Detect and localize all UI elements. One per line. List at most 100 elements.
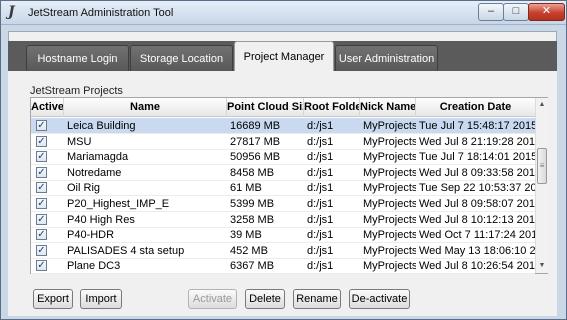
cell-root: d:/js1 (307, 135, 334, 148)
window-title: JetStream Administration Tool (28, 7, 174, 19)
cell-date: Tue Sep 22 10:53:37 2015 (419, 182, 535, 195)
deactivate-button[interactable]: De-activate (349, 289, 410, 309)
cell-root: d:/js1 (307, 166, 334, 179)
cell-nick: MyProjects (363, 120, 416, 132)
vertical-scrollbar[interactable]: ▲ ≡ ▼ (535, 98, 548, 273)
cell-nick: MyProjects (363, 213, 416, 226)
delete-button[interactable]: Delete (245, 289, 285, 309)
cell-name: Mariamagda (67, 151, 129, 164)
cell-nick: MyProjects (363, 198, 416, 210)
cell-date: Wed May 13 18:06:10 2015 (419, 244, 535, 257)
cell-date: Wed Jul 8 10:12:13 2015 (419, 213, 535, 226)
table-row[interactable]: ✓ P20_Highest_IMP_E 5399 MB d:/js1 MyProject… (31, 196, 535, 212)
projects-group-label: JetStream Projects (30, 85, 123, 97)
maximize-button[interactable]: □ (503, 3, 529, 21)
column-header-creation-date[interactable]: Creation Date (416, 98, 535, 117)
cell-nick: MyProjects (363, 135, 416, 148)
cell-size: 452 MB (230, 244, 268, 257)
cell-size: 50956 MB (230, 151, 281, 164)
cell-nick: MyProjects (363, 229, 416, 242)
cell-nick: MyProjects (363, 244, 416, 257)
cell-size: 27817 MB (230, 135, 281, 148)
column-header-active[interactable]: Active (31, 98, 64, 117)
column-header-size[interactable]: Point Cloud Size (227, 98, 304, 117)
tab-hostname-login[interactable]: Hostname Login (26, 45, 129, 71)
cell-name: PALISADES 4 sta setup (67, 244, 185, 257)
cell-date: Tue Jul 7 15:48:17 2015 (419, 120, 535, 132)
cell-name: Plane DC3 (67, 260, 121, 273)
cell-size: 61 MB (230, 182, 262, 195)
cell-name: P40 High Res (67, 213, 135, 226)
cell-date: Wed Jul 8 21:19:28 2015 (419, 135, 535, 148)
rename-button[interactable]: Rename (293, 289, 341, 309)
tab-project-manager[interactable]: Project Manager (234, 41, 334, 72)
projects-table: Active Name Point Cloud Size Root Folder… (30, 97, 548, 275)
cell-name: Oil Rig (67, 182, 101, 195)
cell-date: Tue Jul 7 18:14:01 2015 (419, 151, 535, 164)
close-button[interactable]: ✕ (528, 3, 565, 21)
tab-user-administration[interactable]: User Administration (335, 45, 438, 71)
cell-nick: MyProjects (363, 260, 416, 273)
cell-name: MSU (67, 135, 92, 148)
scroll-down-icon[interactable]: ▼ (536, 259, 548, 273)
minimize-button[interactable]: – (478, 3, 504, 21)
export-button[interactable]: Export (33, 289, 73, 309)
import-button[interactable]: Import (80, 289, 122, 309)
cell-name: P40-HDR (67, 229, 115, 242)
cell-nick: MyProjects (363, 151, 416, 164)
table-row[interactable]: ✓ Mariamagda 50956 MB d:/js1 MyProjects Tue J… (31, 149, 535, 166)
cell-size: 8458 MB (230, 166, 275, 179)
active-checkbox[interactable]: ✓ (36, 260, 47, 272)
column-header-nick-name[interactable]: Nick Name (360, 98, 416, 117)
cell-date: Wed Jul 8 10:26:54 2015 (419, 260, 535, 273)
column-header-root-folder[interactable]: Root Folder (304, 98, 360, 117)
scroll-up-icon[interactable]: ▲ (536, 98, 548, 112)
column-header-name[interactable]: Name (64, 98, 227, 117)
active-checkbox[interactable]: ✓ (36, 120, 47, 131)
activate-button[interactable]: Activate (188, 289, 237, 309)
cell-size: 3258 MB (230, 213, 275, 226)
cell-date: Wed Oct 7 11:17:24 2015 (419, 229, 535, 242)
active-checkbox[interactable]: ✓ (36, 182, 47, 194)
table-row[interactable]: ✓ MSU 27817 MB d:/js1 MyProjects Wed Jul 8 21… (31, 134, 535, 150)
cell-size: 6367 MB (230, 260, 275, 273)
cell-root: d:/js1 (307, 182, 334, 195)
cell-root: d:/js1 (307, 260, 334, 273)
table-row[interactable]: ✓ Plane DC3 6367 MB d:/js1 MyProjects Wed Jul… (31, 258, 535, 275)
cell-date: Wed Jul 8 09:33:58 2015 (419, 166, 535, 179)
cell-date: Wed Jul 8 09:58:07 2015 (419, 198, 535, 210)
cell-root: d:/js1 (307, 229, 334, 242)
table-row[interactable]: ✓ P40-HDR 39 MB d:/js1 MyProjects Wed Oct 7 1… (31, 227, 535, 244)
cell-root: d:/js1 (307, 151, 334, 164)
active-checkbox[interactable]: ✓ (36, 135, 47, 147)
cell-root: d:/js1 (307, 213, 334, 226)
cell-name: Notredame (67, 166, 122, 179)
cell-root: d:/js1 (307, 120, 334, 132)
scrollbar-thumb[interactable]: ≡ (537, 148, 547, 184)
cell-size: 16689 MB (230, 120, 281, 132)
active-checkbox[interactable]: ✓ (36, 166, 47, 178)
cell-name: P20_Highest_IMP_E (67, 198, 170, 210)
cell-nick: MyProjects (363, 182, 416, 195)
cell-size: 5399 MB (230, 198, 275, 210)
active-checkbox[interactable]: ✓ (36, 198, 47, 209)
title-bar[interactable]: J JetStream Administration Tool – □ ✕ (1, 1, 566, 25)
tab-storage-location[interactable]: Storage Location (130, 45, 233, 71)
table-row[interactable]: ✓ Notredame 8458 MB d:/js1 MyProjects Wed Jul… (31, 165, 535, 181)
cell-name: Leica Building (67, 120, 136, 132)
active-checkbox[interactable]: ✓ (36, 229, 47, 241)
table-header: Active Name Point Cloud Size Root Folder… (31, 98, 535, 117)
cell-root: d:/js1 (307, 244, 334, 257)
jetstream-logo-icon: J (8, 4, 15, 20)
active-checkbox[interactable]: ✓ (36, 244, 47, 256)
active-checkbox[interactable]: ✓ (36, 213, 47, 225)
tab-bar: Hostname Login Storage Location Project … (8, 41, 557, 72)
active-checkbox[interactable]: ✓ (36, 151, 47, 163)
table-row[interactable]: ✓ Oil Rig 61 MB d:/js1 MyProjects Tue Sep 22 … (31, 180, 535, 197)
table-row[interactable]: ✓ Leica Building 16689 MB d:/js1 MyProjects T… (31, 118, 535, 134)
cell-size: 39 MB (230, 229, 262, 242)
table-row[interactable]: ✓ PALISADES 4 sta setup 452 MB d:/js1 MyProj… (31, 243, 535, 259)
cell-nick: MyProjects (363, 166, 416, 179)
cell-root: d:/js1 (307, 198, 334, 210)
table-row[interactable]: ✓ P40 High Res 3258 MB d:/js1 MyProjects Wed … (31, 212, 535, 228)
